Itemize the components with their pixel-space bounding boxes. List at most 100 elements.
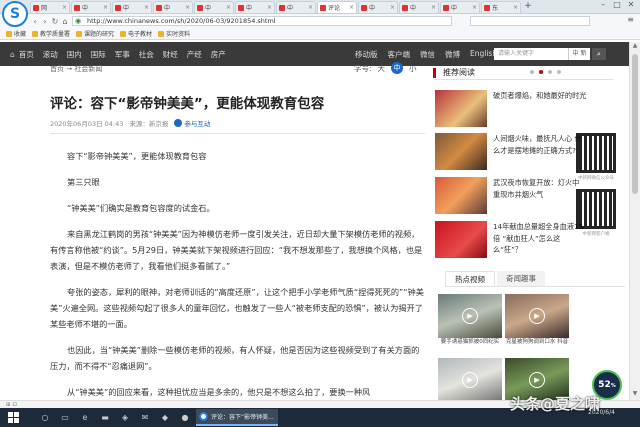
browser-tab[interactable]: 中 × [440,1,480,13]
nav-right-link[interactable]: 微博 [445,49,460,60]
tab-close-icon[interactable]: × [226,4,231,11]
video-item[interactable]: ▶ 克星被狗狗调到口水 抖音 [505,294,569,346]
scroll-up-icon[interactable]: ▲ [630,42,640,52]
browser-tab[interactable]: 中 × [235,1,275,13]
maximize-icon[interactable]: □ [610,0,624,9]
video-caption[interactable]: 要手诱惑猫抓被0同纪实 [438,338,502,346]
new-tab-button[interactable]: + [522,1,534,13]
nav-link[interactable]: 军事 [115,49,130,60]
favorite-item[interactable]: 课题的研究 [76,29,114,38]
close-icon[interactable]: ✕ [624,0,638,9]
search-button[interactable]: ⌕ [592,48,606,60]
carousel-dot[interactable] [530,70,534,74]
tab-close-icon[interactable]: × [308,4,313,11]
browser-tab[interactable]: 中 × [194,1,234,13]
browser-tab[interactable]: 中 × [71,1,111,13]
search-scope-select[interactable]: 中 新 [568,48,590,60]
tab-close-icon[interactable]: × [103,4,108,11]
video-thumbnail[interactable]: ▶ [438,358,502,402]
tab-active[interactable]: 评论 × [317,1,357,13]
scrollbar-thumb[interactable] [632,54,638,194]
video-item[interactable]: ▶ [438,358,502,402]
font-size-small[interactable]: 小 [409,63,417,74]
app-icon[interactable]: ◆ [158,411,172,424]
browser-tab[interactable]: 中 × [112,1,152,13]
tab-close-icon[interactable]: × [185,4,190,11]
nav-link[interactable]: 国际 [91,49,106,60]
edge-icon[interactable]: e [78,411,92,424]
favorite-item[interactable]: 收藏 [6,29,26,38]
recommended-item[interactable]: 破页者爆焰，和她最好的时光 [435,90,615,130]
recommended-thumbnail[interactable] [435,221,487,258]
scroll-down-icon[interactable]: ▼ [630,390,640,400]
font-size-medium[interactable]: 中 [391,62,404,74]
carousel-dots[interactable] [530,70,566,74]
share-link[interactable]: 参与互动 [174,118,210,128]
browser-menu-icon[interactable]: ≡ [627,15,634,24]
nav-link[interactable]: 房产 [211,49,226,60]
recommended-thumbnail[interactable] [435,177,487,214]
breadcrumb[interactable]: 首页 → 社会新闻 [50,64,102,74]
nav-right-link[interactable]: 移动版 [355,49,378,60]
play-icon[interactable]: ▶ [462,308,478,324]
recommended-caption[interactable]: 14年献血总量超全身血液15倍 “献血狂人”怎么这么“狂”？ [493,221,587,256]
favorite-item[interactable]: 教学质量署 [32,29,70,38]
nav-link[interactable]: 国内 [67,49,82,60]
recommended-caption[interactable]: 武汉夜市恢复开放：灯火中 重现市井烟火气 [493,177,587,200]
font-size-large[interactable]: 大 [378,63,386,74]
tab-close-icon[interactable]: × [349,4,354,11]
app-icon[interactable]: ● [178,411,192,424]
tab-hot-videos[interactable]: 热点视频 [445,271,495,286]
play-icon[interactable]: ▶ [529,308,545,324]
search-icon[interactable]: ○ [38,411,52,424]
refresh-icon[interactable]: ↻ [50,17,60,26]
nav-link[interactable]: 财经 [163,49,178,60]
tab-close-icon[interactable]: × [390,4,395,11]
tab-close-icon[interactable]: × [472,4,477,11]
carousel-dot-active[interactable] [539,70,543,74]
folder-icon[interactable]: ▬ [98,411,112,424]
recommended-thumbnail[interactable] [435,133,487,170]
browser-search-input[interactable] [470,16,590,26]
forward-icon[interactable]: › [40,17,50,26]
home-icon[interactable]: ⌂ [60,17,70,26]
minimize-icon[interactable]: – [596,0,610,9]
start-icon[interactable] [8,412,19,423]
url-input[interactable]: ◉ http://www.chinanews.com/sh/2020/06-03… [72,16,452,26]
browser-logo-icon[interactable]: S [2,1,28,27]
browser-tab[interactable]: 网 × [30,1,70,13]
page-scrollbar[interactable]: ▲ ▼ [629,42,640,400]
nav-link[interactable]: 滚动 [43,49,58,60]
taskbar-active-window[interactable]: 评论：容下“影帝钟美... [196,409,278,426]
video-thumbnail[interactable]: ▶ [505,294,569,338]
carousel-dot[interactable] [557,70,561,74]
video-item[interactable]: ▶ 要手诱惑猫抓被0同纪实 [438,294,502,346]
recommended-thumbnail[interactable] [435,90,487,127]
nav-right-link[interactable]: 微信 [420,49,435,60]
nav-link[interactable]: 社会 [139,49,154,60]
carousel-dot[interactable] [548,70,552,74]
browser-tab[interactable]: 中 × [358,1,398,13]
tab-close-icon[interactable]: × [513,4,518,11]
site-search-input[interactable]: 请输入关键字 [494,48,568,60]
favorite-item[interactable]: 实时资料 [158,29,190,38]
browser-tab[interactable]: 中 × [399,1,439,13]
store-icon[interactable]: ◈ [118,411,132,424]
nav-home-link[interactable]: 首页 [19,49,34,60]
favorite-item[interactable]: 电子教材 [120,29,152,38]
tab-close-icon[interactable]: × [267,4,272,11]
recommended-caption[interactable]: 破页者爆焰，和她最好的时光 [493,90,587,102]
video-caption[interactable]: 克星被狗狗调到口水 抖音 [505,338,569,346]
play-icon[interactable]: ▶ [529,372,545,388]
browser-tab[interactable]: 中 × [276,1,316,13]
video-thumbnail[interactable]: ▶ [438,294,502,338]
mail-icon[interactable]: ✉ [138,411,152,424]
browser-tab[interactable]: 东 × [481,1,521,13]
play-icon[interactable]: ▶ [462,372,478,388]
recommended-caption[interactable]: 人间烟火味，最抚凡人心 什么才是摆地摊的正确方式? [493,133,587,156]
tab-close-icon[interactable]: × [62,4,67,11]
task-view-icon[interactable]: ▭ [58,411,72,424]
tab-close-icon[interactable]: × [144,4,149,11]
tab-odd-news[interactable]: 奇闻趣事 [497,271,545,286]
nav-link[interactable]: 产经 [187,49,202,60]
